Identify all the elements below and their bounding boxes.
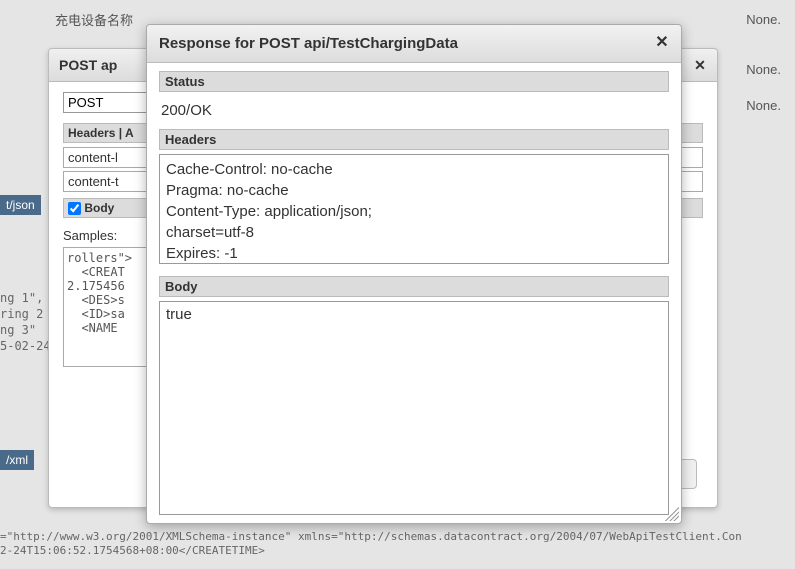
bg-none-3: None. — [746, 98, 781, 113]
response-body-value: true — [166, 306, 192, 323]
body-label: Body — [84, 201, 114, 215]
status-section-header: Status — [159, 71, 669, 92]
status-value: 200/OK — [159, 96, 669, 129]
close-icon[interactable]: ✕ — [691, 56, 709, 74]
bg-none-1: None. — [746, 12, 781, 27]
headers-section-header: Headers — [159, 129, 669, 150]
response-header-line: charset=utf-8 — [166, 222, 662, 243]
badge-xml[interactable]: /xml — [0, 450, 34, 470]
response-body-box[interactable]: true — [159, 301, 669, 515]
response-header-line: Content-Type: application/json; — [166, 201, 662, 222]
bg-snippet-left: ng 1", ring 2 ng 3" 5-02-24 — [0, 290, 51, 354]
resize-handle-icon[interactable] — [665, 507, 679, 521]
response-header-line: Pragma: no-cache — [166, 180, 662, 201]
response-dialog-titlebar[interactable]: Response for POST api/TestChargingData ✕ — [147, 25, 681, 63]
request-dialog-title: POST ap — [59, 57, 117, 73]
body-section-header: Body — [159, 276, 669, 297]
response-header-line: Expires: -1 — [166, 243, 662, 264]
response-header-line: Cache-Control: no-cache — [166, 159, 662, 180]
body-checkbox[interactable] — [68, 202, 81, 215]
bg-header-text: 充电设备名称 — [55, 10, 133, 29]
response-headers-box[interactable]: Cache-Control: no-cache Pragma: no-cache… — [159, 154, 669, 264]
response-dialog: Response for POST api/TestChargingData ✕… — [146, 24, 682, 524]
response-dialog-title: Response for POST api/TestChargingData — [159, 35, 458, 52]
badge-json[interactable]: t/json — [0, 195, 41, 215]
close-icon[interactable]: ✕ — [653, 34, 671, 52]
bg-none-2: None. — [746, 62, 781, 77]
http-method-input[interactable] — [63, 92, 153, 113]
bg-snippet-bottom: ="http://www.w3.org/2001/XMLSchema-insta… — [0, 530, 742, 558]
